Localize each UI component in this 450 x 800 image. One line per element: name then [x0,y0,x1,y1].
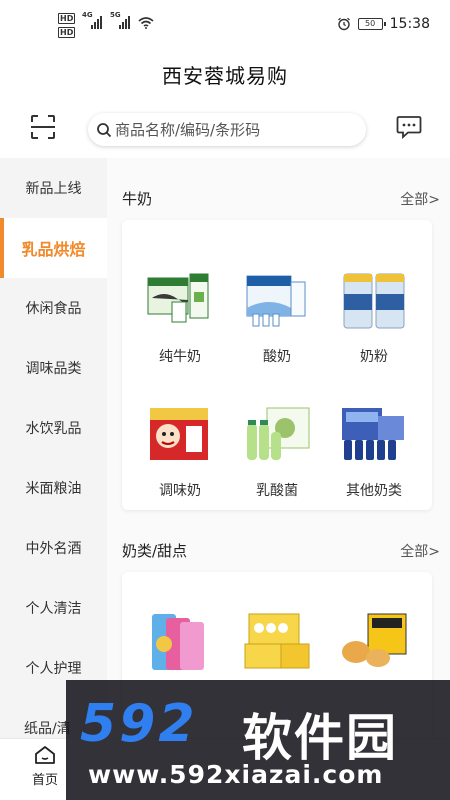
product-category-item[interactable] [130,608,230,686]
category-sidebar: 新品上线 乳品烘焙 休闲食品 调味品类 水饮乳品 米面粮油 中外名酒 个人清洁 … [0,158,107,738]
sidebar-item-grain-oil[interactable]: 米面粮油 [0,458,107,518]
sidebar-item-cleaning[interactable]: 个人清洁 [0,578,107,638]
product-category-label: 纯牛奶 [159,349,201,365]
product-category-label: 酸奶 [263,349,291,365]
view-all-link[interactable]: 全部> [400,541,440,561]
status-time: 15:38 [389,16,430,32]
product-category-item[interactable]: 乳酸菌 [227,402,327,500]
scan-icon[interactable] [28,112,58,142]
milk-powder-can-product-icon [343,273,405,329]
search-icon [97,122,112,137]
hd-badge-2: HD [58,27,76,38]
hd-indicators: HD HD [58,13,76,38]
product-category-item[interactable]: 奶粉 [324,268,424,366]
product-category-item[interactable]: 调味奶 [130,402,230,500]
sidebar-item-snacks[interactable]: 休闲食品 [0,278,107,338]
nav-home-tab[interactable]: 首页 [22,745,68,788]
product-category-item[interactable] [227,608,327,686]
milk-box-product-icon [147,273,209,323]
watermark-logo-number: 592 [80,694,198,754]
flavored-milk-product-icon [150,408,208,460]
sidebar-item-dairy-bakery[interactable]: 乳品烘焙 [0,218,107,278]
yogurt-product-icon [246,275,306,327]
other-milk-product-icon [342,408,404,460]
search-input[interactable]: 商品名称/编码/条形码 [88,113,366,146]
lactic-acid-drink-product-icon [247,407,310,460]
home-icon [35,746,55,764]
product-category-item[interactable] [324,608,424,686]
message-icon[interactable] [396,115,422,139]
nav-home-label: 首页 [31,773,58,788]
product-category-label: 乳酸菌 [256,483,298,499]
hd-badge-1: HD [58,13,76,24]
signal-4g-icon: 4G [82,11,104,29]
egg-box-product-icon [244,613,310,669]
section-title: 奶类/甜点 [122,542,188,560]
wifi-icon [138,17,154,29]
status-bar: HD HD 4G 5G 50 15:38 [0,0,450,50]
watermark-overlay: 592 软件园 www.592xiazai.com [66,680,450,800]
milk-card: 纯牛奶 酸奶 奶粉 调味奶 乳酸菌 其他奶类 [122,220,432,510]
snack-pack-product-icon [152,614,204,670]
product-category-label: 调味奶 [159,483,201,499]
product-category-label: 其他奶类 [346,483,402,499]
signal-5g-icon: 5G [110,11,132,29]
product-category-item[interactable]: 其他奶类 [324,402,424,500]
sidebar-item-drinks[interactable]: 水饮乳品 [0,398,107,458]
product-category-label: 奶粉 [360,349,388,365]
section-header-milk: 牛奶 全部> [122,188,440,209]
sidebar-item-seasoning[interactable]: 调味品类 [0,338,107,398]
product-category-item[interactable]: 纯牛奶 [130,268,230,366]
section-title: 牛奶 [122,190,153,208]
cell-signals: 4G 5G [82,11,132,29]
status-right: 50 15:38 [337,16,430,32]
sidebar-item-liquor[interactable]: 中外名酒 [0,518,107,578]
search-placeholder: 商品名称/编码/条形码 [115,121,261,139]
page-title: 西安蓉城易购 [162,64,288,88]
section-header-dessert: 奶类/甜点 全部> [122,540,440,561]
category-content: 牛奶 全部> 纯牛奶 酸奶 奶粉 调味奶 乳酸菌 其他奶类 奶类/甜点 全部> [107,158,450,738]
battery-icon: 50 [357,18,386,30]
product-category-item[interactable]: 酸奶 [227,268,327,366]
view-all-link[interactable]: 全部> [400,189,440,209]
alarm-icon [337,17,350,31]
bread-box-product-icon [342,613,407,667]
sidebar-item-new[interactable]: 新品上线 [0,158,107,218]
watermark-url: www.592xiazai.com [88,760,384,789]
